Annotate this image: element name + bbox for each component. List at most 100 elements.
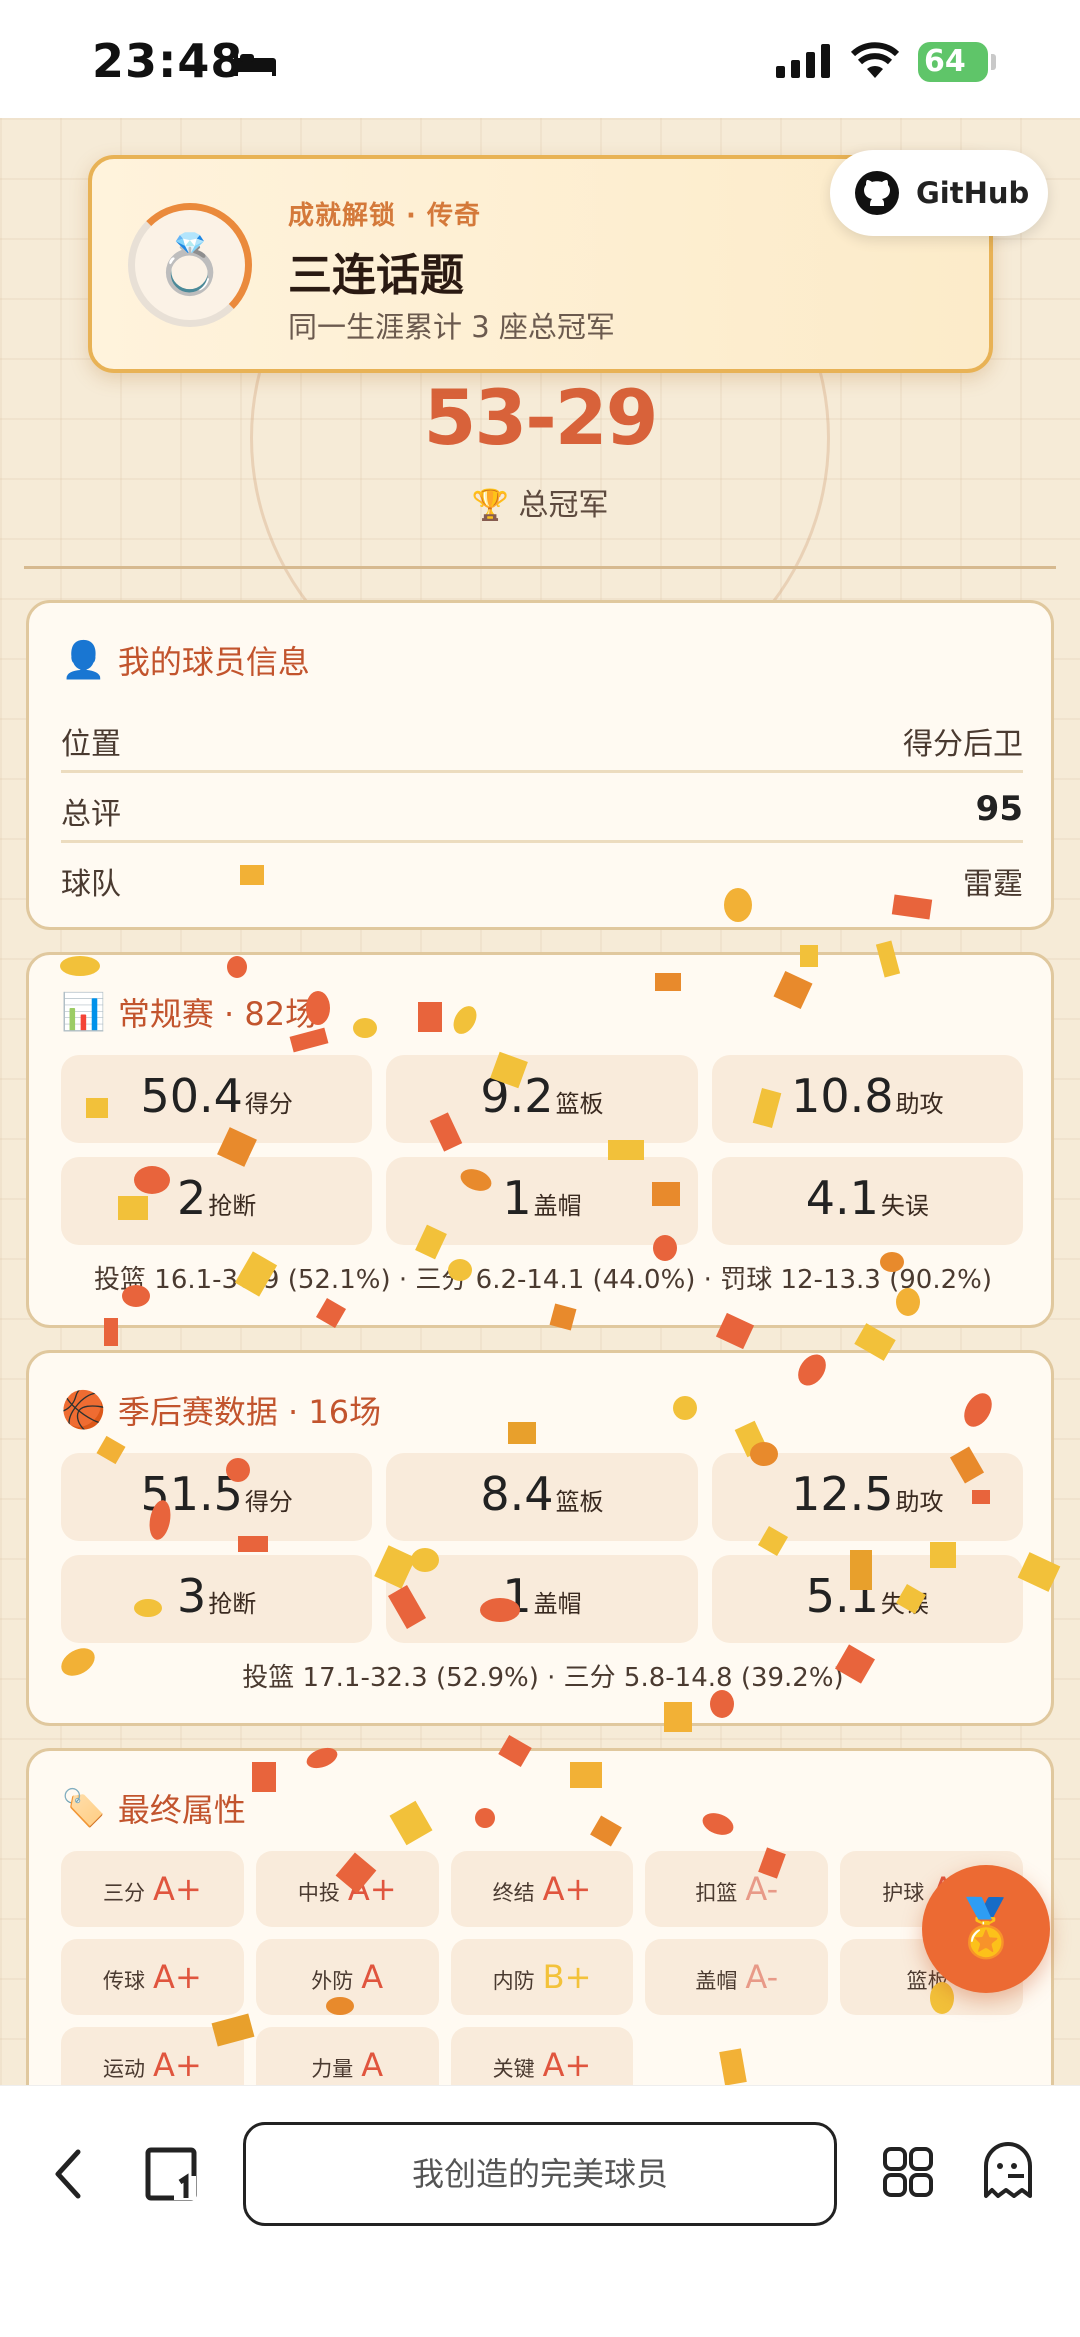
attribute-grade: A-: [745, 1870, 779, 1908]
stat-value: 4.1: [805, 1171, 879, 1225]
ring-icon: 💍: [128, 203, 252, 327]
attribute-grade: A: [361, 2046, 384, 2084]
card-header: 📊 常规赛 · 82场: [61, 989, 317, 1035]
stat-unit: 盖帽: [533, 1590, 582, 1618]
basketball-icon: 🏀: [61, 1390, 106, 1431]
attribute-name: 盖帽: [695, 1969, 738, 1993]
browser-toolbar: 我创造的完美球员: [0, 2085, 1080, 2337]
attribute-name: 护球: [882, 1881, 925, 1905]
attribute-grid: 三分 A+ 中投 A+ 终结 A+ 扣篮 A- 护球 A+ 传球 A+ 外防 A 内防 B+ 盖…: [61, 1851, 1023, 2085]
stat-value: 50.4: [140, 1069, 243, 1123]
info-key: 总评: [61, 797, 121, 832]
card-header: 🏀 季后赛数据 · 16场: [61, 1387, 381, 1433]
attribute-name: 运动: [103, 2057, 146, 2081]
stat-tile: 3 抢断: [61, 1555, 373, 1643]
attribute-tile: 力量 A: [255, 2027, 439, 2085]
attribute-name: 三分: [103, 1881, 146, 1905]
tabs-icon[interactable]: [144, 2142, 200, 2206]
attribute-tile: 传球 A+: [61, 1939, 244, 2015]
stat-unit: 失误: [880, 1590, 929, 1618]
page-content: 53-29 🏆 总冠军 👤 我的球员信息 位置 得分后卫 总评 95 球队 雷霆 📊 常规…: [0, 118, 1080, 2085]
attribute-grade: A+: [153, 1958, 202, 1996]
stat-unit: 盖帽: [533, 1192, 582, 1220]
stat-value: 3: [177, 1569, 207, 1623]
status-bar: 23:48 64: [0, 0, 1080, 118]
stat-tile: 10.8 助攻: [711, 1055, 1023, 1143]
playoffs-card: 🏀 季后赛数据 · 16场 51.5 得分 8.4 篮板 12.5 助攻 3 抢断 1 盖帽…: [26, 1350, 1054, 1726]
player-info-card: 👤 我的球员信息 位置 得分后卫 总评 95 球队 雷霆: [26, 600, 1054, 930]
attribute-name: 关键: [492, 2057, 535, 2081]
stat-tile: 1 盖帽: [386, 1157, 698, 1245]
stat-value: 51.5: [140, 1467, 243, 1521]
github-button[interactable]: GitHub: [830, 150, 1048, 236]
stat-unit: 抢断: [208, 1192, 257, 1220]
attribute-grade: A: [361, 1958, 384, 1996]
back-icon[interactable]: [50, 2146, 86, 2202]
info-key: 球队: [61, 867, 121, 902]
info-key: 位置: [61, 727, 121, 762]
attribute-tile: 盖帽 A-: [645, 1939, 829, 2015]
attribute-name: 扣篮: [695, 1881, 738, 1905]
shooting-summary: 投篮 17.1-32.3 (52.9%) · 三分 5.8-14.8 (39.2…: [242, 1663, 844, 1693]
toast-kicker: 成就解锁 · 传奇: [288, 201, 481, 231]
info-row-position: 位置 得分后卫: [61, 703, 1023, 773]
attribute-tile: 中投 A+: [255, 1851, 439, 1927]
attribute-name: 终结: [492, 1881, 535, 1905]
attribute-name: 中投: [297, 1881, 340, 1905]
user-icon: 👤: [61, 640, 106, 681]
stat-unit: 助攻: [895, 1488, 944, 1516]
info-row-team: 球队 雷霆: [61, 843, 1023, 913]
attribute-name: 外防: [311, 1969, 354, 1993]
medal-icon: 🏅: [951, 1896, 1021, 1961]
medal-fab-button[interactable]: 🏅: [922, 1865, 1050, 1993]
card-title: 季后赛数据 · 16场: [117, 1393, 382, 1431]
attribute-tile: 运动 A+: [61, 2027, 244, 2085]
attribute-tile: 三分 A+: [61, 1851, 244, 1927]
stat-value: 12.5: [791, 1467, 894, 1521]
stat-tile: 8.4 篮板: [386, 1453, 698, 1541]
info-value: 95: [975, 789, 1023, 829]
attribute-tile: 关键 A+: [450, 2027, 634, 2085]
ghost-mode-icon[interactable]: [982, 2142, 1034, 2200]
attribute-tile: 外防 A: [255, 1939, 439, 2015]
stat-tile: 1 盖帽: [386, 1555, 698, 1643]
tag-icon: 🏷️: [61, 1788, 106, 1829]
stat-value: 1: [502, 1569, 532, 1623]
stat-tile: 5.1 失误: [711, 1555, 1023, 1643]
card-title: 我的球员信息: [117, 643, 310, 681]
stat-tile: 9.2 篮板: [386, 1055, 698, 1143]
toast-title: 三连话题: [288, 250, 464, 301]
sleep-focus-icon: [234, 52, 276, 76]
info-value: 得分后卫: [903, 727, 1023, 762]
stat-value: 1: [502, 1171, 532, 1225]
divider: [24, 566, 1056, 569]
stat-tile: 12.5 助攻: [711, 1453, 1023, 1541]
attribute-name: 内防: [492, 1969, 535, 1993]
status-time: 23:48: [92, 34, 244, 88]
stat-unit: 助攻: [895, 1090, 944, 1118]
attribute-tile: 终结 A+: [450, 1851, 634, 1927]
attribute-grade: A+: [153, 1870, 202, 1908]
attribute-grade: B+: [542, 1958, 592, 1996]
stat-value: 2: [177, 1171, 207, 1225]
attribute-grade: A-: [745, 1958, 779, 1996]
attribute-grade: A+: [153, 2046, 202, 2084]
stat-unit: 篮板: [555, 1090, 604, 1118]
stat-value: 10.8: [791, 1069, 894, 1123]
battery-indicator: 64: [918, 42, 996, 82]
attribute-grade: A+: [347, 1870, 397, 1908]
stat-tile: 4.1 失误: [711, 1157, 1023, 1245]
attribute-tile: 内防 B+: [450, 1939, 634, 2015]
regular-season-card: 📊 常规赛 · 82场 50.4 得分 9.2 篮板 10.8 助攻 2 抢断 1 盖帽 4…: [26, 952, 1054, 1328]
shooting-summary: 投篮 16.1-30.9 (52.1%) · 三分 6.2-14.1 (44.0…: [94, 1265, 992, 1295]
bar-chart-icon: 📊: [61, 992, 106, 1033]
grid-menu-icon[interactable]: [882, 2146, 934, 2198]
stat-tile: 2 抢断: [61, 1157, 373, 1245]
stat-value: 5.1: [805, 1569, 879, 1623]
card-title: 最终属性: [117, 1791, 246, 1829]
wifi-icon: [850, 42, 900, 78]
address-bar[interactable]: 我创造的完美球员: [243, 2122, 837, 2226]
attribute-grade: A+: [542, 2046, 592, 2084]
stat-unit: 得分: [244, 1090, 293, 1118]
github-label: GitHub: [916, 176, 1030, 210]
